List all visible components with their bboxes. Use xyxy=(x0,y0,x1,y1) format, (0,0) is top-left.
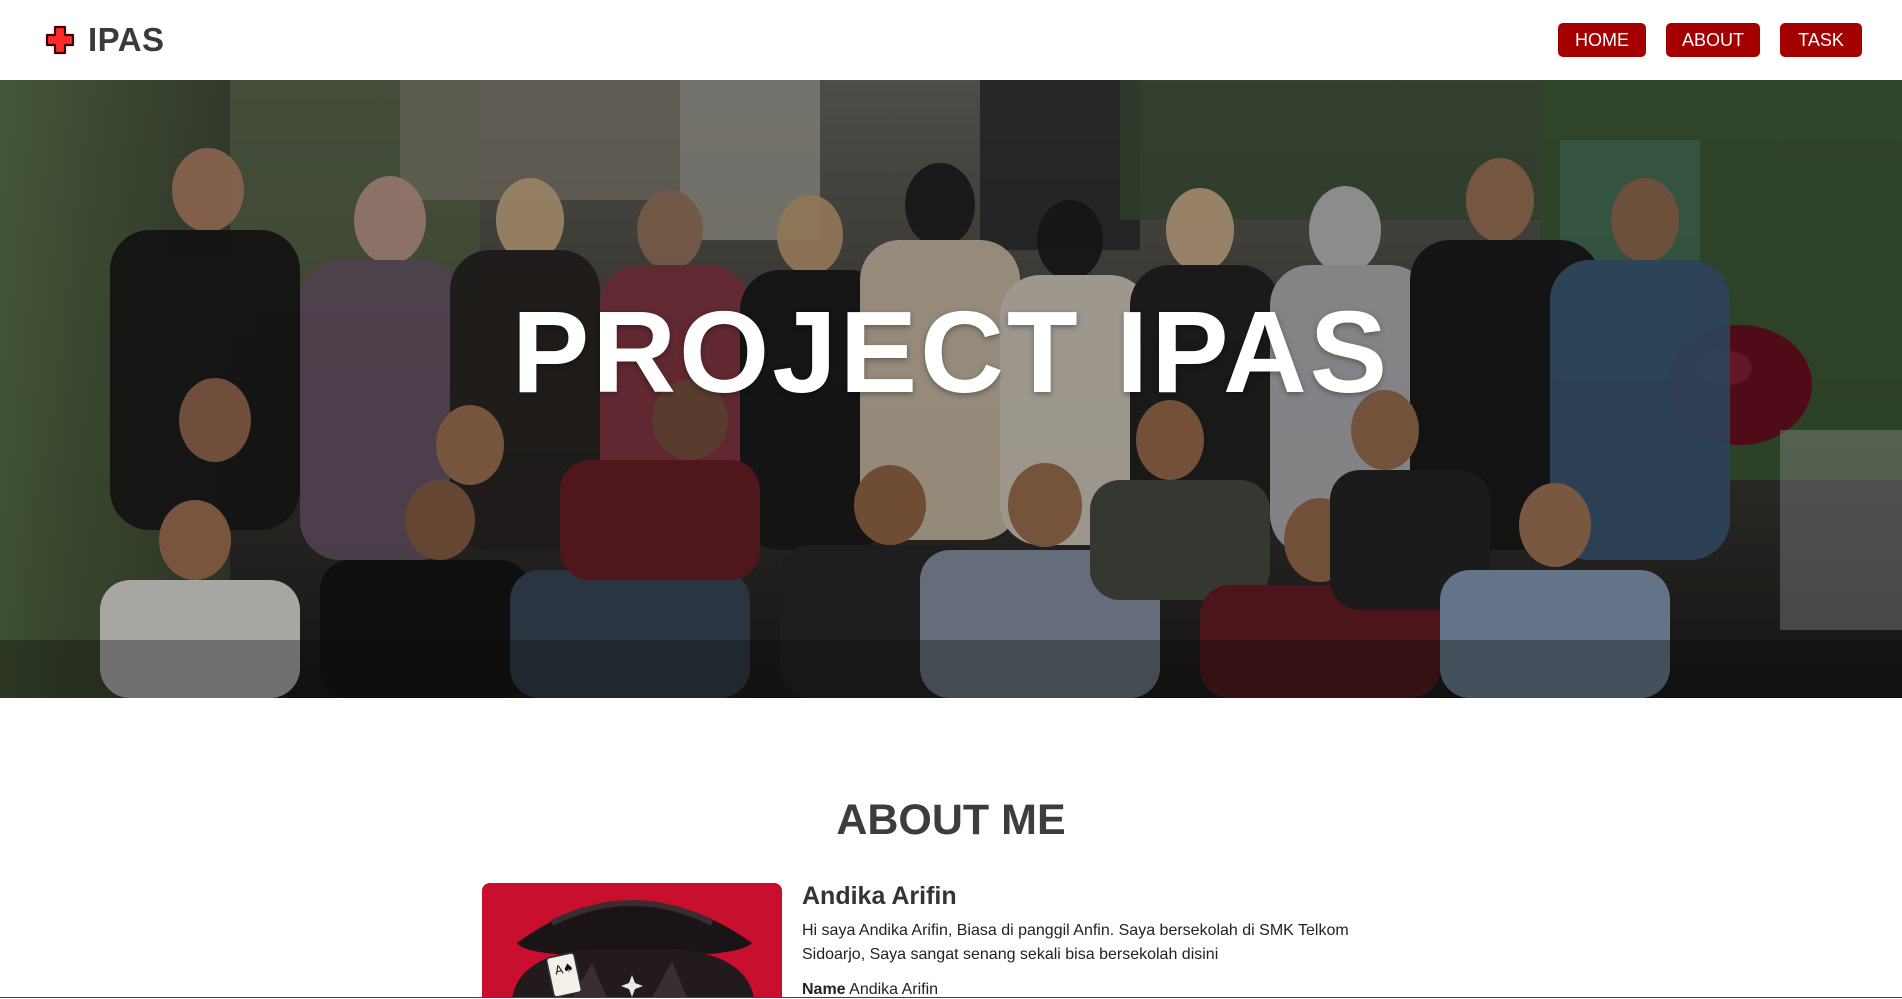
brand-name: IPAS xyxy=(88,21,165,58)
field-value: Andika Arifin xyxy=(849,981,939,998)
profile-name: Andika Arifin xyxy=(802,882,957,910)
profile-bio: Hi saya Andika Arifin, Biasa di panggil … xyxy=(802,922,1349,963)
profile-info: Andika Arifin Hi saya Andika Arifin, Bia… xyxy=(802,882,1362,999)
nav-links: HOME ABOUT TASK xyxy=(1558,23,1862,57)
avatar: A♠ xyxy=(482,883,782,998)
about-heading: ABOUT ME xyxy=(836,796,1066,844)
anime-avatar: A♠ xyxy=(482,883,782,998)
hero-banner: PROJECT IPAS xyxy=(0,80,1902,698)
nav-home-button[interactable]: HOME xyxy=(1558,23,1646,57)
brand[interactable]: IPAS xyxy=(44,21,165,59)
hero-title: PROJECT IPAS xyxy=(511,287,1391,417)
field-label: Name xyxy=(802,981,846,998)
red-cross-icon xyxy=(45,25,75,55)
navbar: IPAS HOME ABOUT TASK xyxy=(0,0,1902,80)
nav-task-button[interactable]: TASK xyxy=(1780,23,1862,57)
about-section: ABOUT ME A♠ Andika Arifin Hi saya Andika… xyxy=(0,698,1902,998)
nav-about-button[interactable]: ABOUT xyxy=(1666,23,1760,57)
